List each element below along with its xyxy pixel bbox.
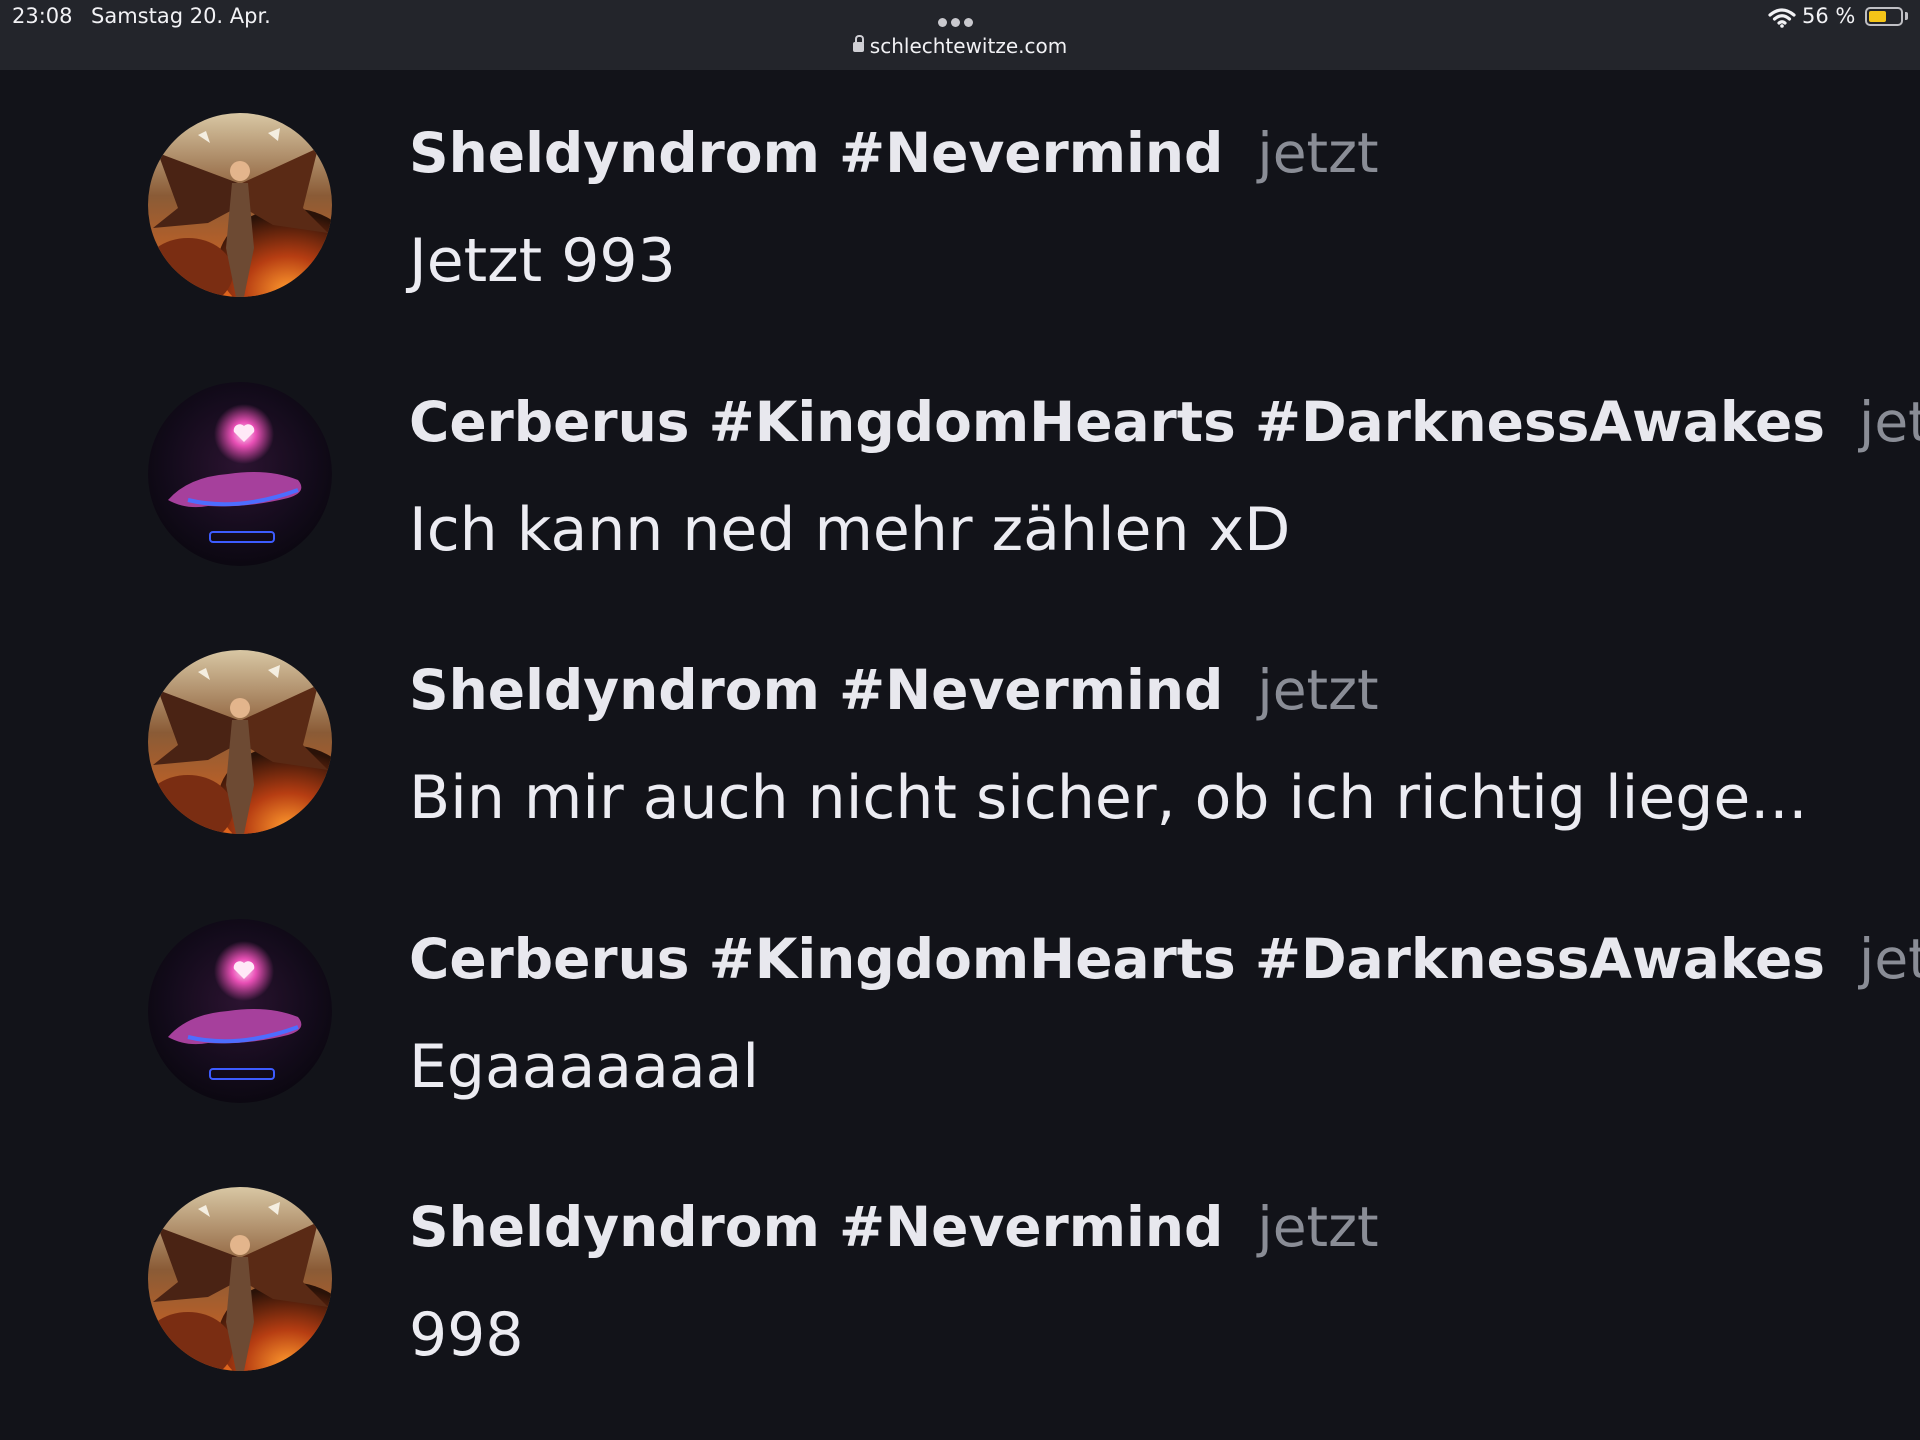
avatar[interactable]	[148, 919, 332, 1103]
lock-icon	[852, 35, 864, 52]
timestamp: jetzt	[1859, 927, 1920, 991]
chat-message: Sheldyndrom #Nevermind jetzt Bin mir auch…	[0, 650, 1920, 850]
multitasking-dots-icon[interactable]	[938, 12, 982, 27]
author-name[interactable]: Sheldyndrom #Nevermind	[409, 658, 1223, 722]
angel-avatar-icon	[148, 1187, 332, 1371]
avatar[interactable]	[148, 382, 332, 566]
status-bar: 23:08 Samstag 20. Apr. schlechtewitze.co…	[0, 0, 1920, 70]
address-bar[interactable]: schlechtewitze.com	[0, 34, 1920, 58]
author-name[interactable]: Sheldyndrom #Nevermind	[409, 121, 1223, 185]
angel-avatar-icon	[148, 113, 332, 297]
url-text: schlechtewitze.com	[869, 34, 1068, 58]
author-line: Sheldyndrom #Nevermind jetzt	[409, 118, 1379, 188]
message-text: Jetzt 993	[409, 226, 676, 296]
author-line: Sheldyndrom #Nevermind jetzt	[409, 655, 1379, 725]
chat-message: Cerberus #KingdomHearts #DarknessAwakes j…	[0, 382, 1920, 582]
timestamp: jetzt	[1859, 390, 1920, 454]
avatar[interactable]	[148, 650, 332, 834]
heart-avatar-icon	[148, 919, 332, 1103]
chat-message: Sheldyndrom #Nevermind jetzt 998	[0, 1187, 1920, 1387]
message-text: Bin mir auch nicht sicher, ob ich richti…	[409, 763, 1808, 833]
wifi-icon	[1768, 8, 1796, 28]
author-name[interactable]: Sheldyndrom #Nevermind	[409, 1195, 1223, 1259]
author-line: Cerberus #KingdomHearts #DarknessAwakes j…	[409, 387, 1920, 457]
author-line: Cerberus #KingdomHearts #DarknessAwakes j…	[409, 924, 1920, 994]
chat-message: Cerberus #KingdomHearts #DarknessAwakes j…	[0, 919, 1920, 1119]
timestamp: jetzt	[1257, 658, 1379, 722]
angel-avatar-icon	[148, 650, 332, 834]
battery-tip	[1905, 12, 1908, 20]
status-date: Samstag 20. Apr.	[91, 4, 271, 28]
message-text: Egaaaaaaal	[409, 1032, 760, 1102]
avatar[interactable]	[148, 113, 332, 297]
battery-icon	[1865, 7, 1903, 26]
avatar[interactable]	[148, 1187, 332, 1371]
author-name[interactable]: Cerberus #KingdomHearts #DarknessAwakes	[409, 390, 1825, 454]
message-text: Ich kann ned mehr zählen xD	[409, 495, 1291, 565]
battery-percentage: 56 %	[1802, 4, 1856, 28]
heart-avatar-icon	[148, 382, 332, 566]
author-name[interactable]: Cerberus #KingdomHearts #DarknessAwakes	[409, 927, 1825, 991]
author-line: Sheldyndrom #Nevermind jetzt	[409, 1192, 1379, 1262]
timestamp: jetzt	[1257, 121, 1379, 185]
status-time: 23:08	[12, 4, 73, 28]
chat-message: Sheldyndrom #Nevermind jetzt Jetzt 993	[0, 113, 1920, 313]
timestamp: jetzt	[1257, 1195, 1379, 1259]
message-text: 998	[409, 1300, 524, 1370]
